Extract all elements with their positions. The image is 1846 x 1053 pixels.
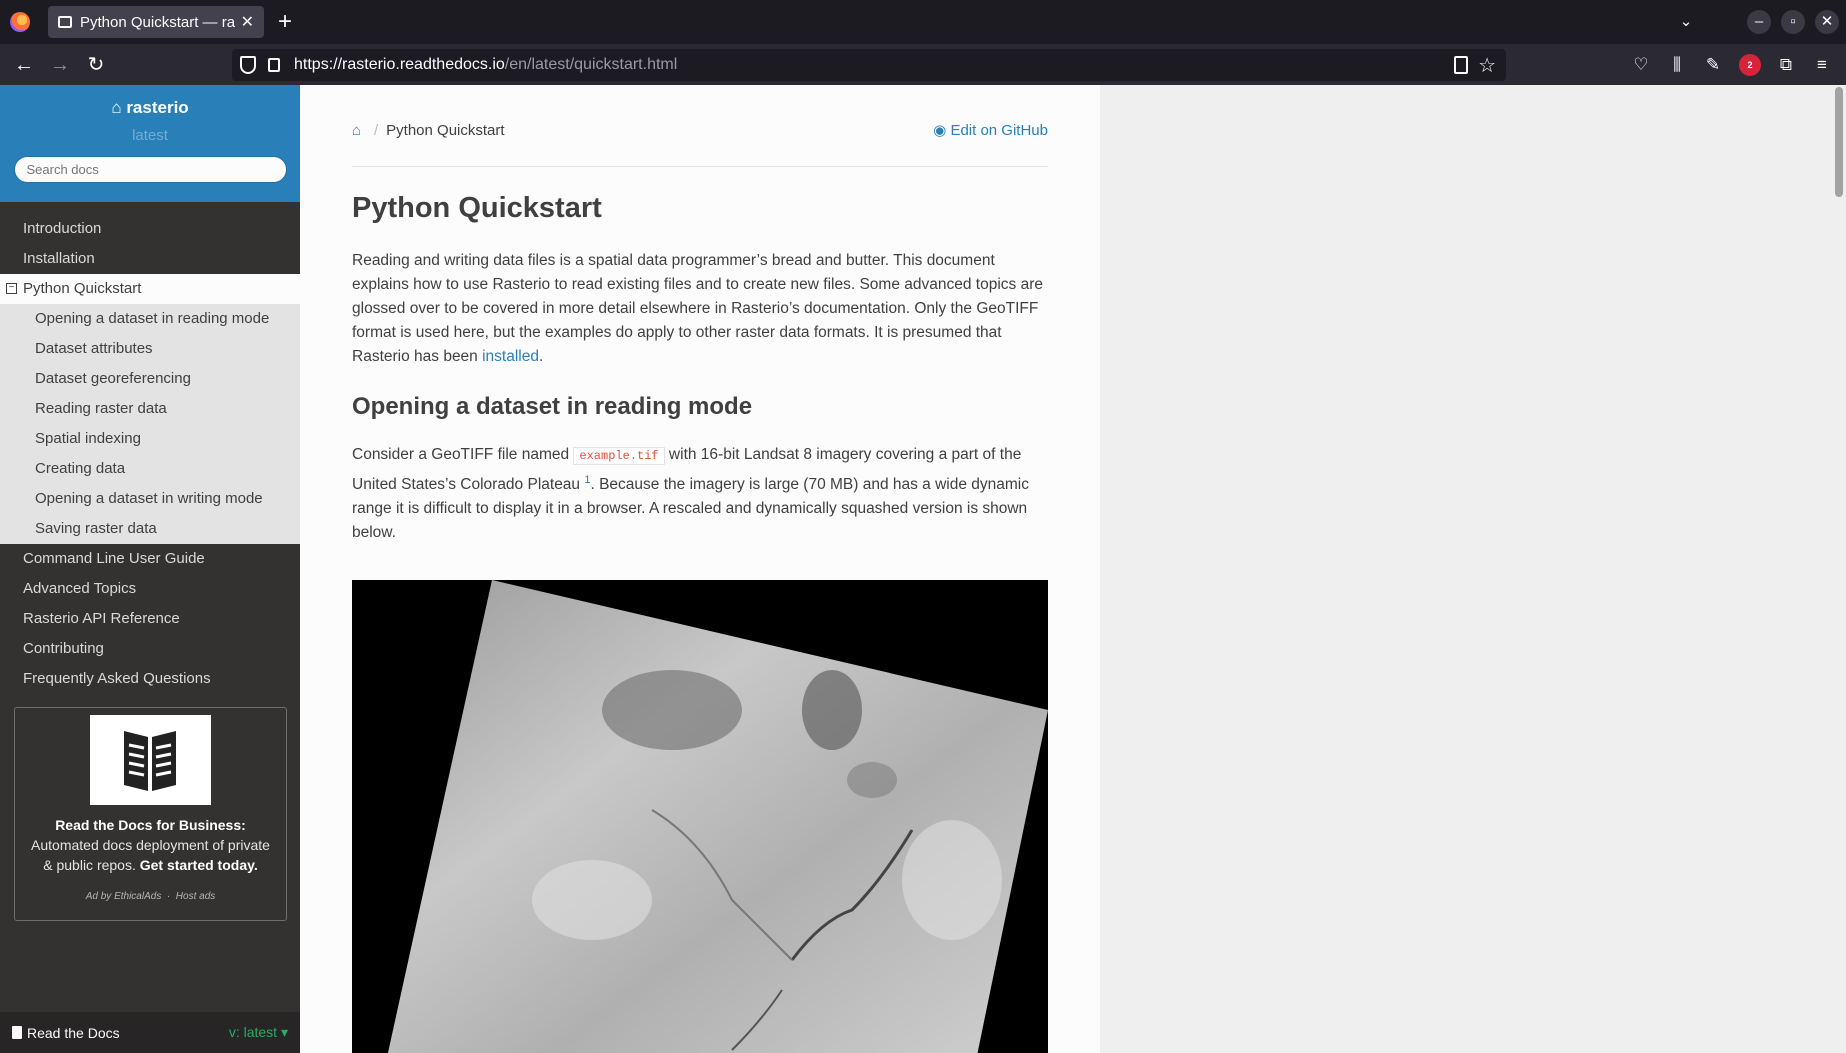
sidebar-item-contributing[interactable]: Contributing [0,634,300,664]
url-text[interactable]: https://rasterio.readthedocs.io/en/lates… [294,56,677,74]
nav-bar: ← → ↻ https://rasterio.readthedocs.io/en… [0,44,1846,85]
landsat-image-graphic [387,580,1048,1053]
sidebar: ⌂ rasterio latest Introduction Installat… [0,85,300,1053]
sidebar-subitem[interactable]: Saving raster data [0,514,300,544]
extension-pencil-icon[interactable]: ✎ [1702,54,1724,76]
minimize-button[interactable]: – [1747,10,1771,34]
sidebar-item-api-reference[interactable]: Rasterio API Reference [0,604,300,634]
close-tab-icon[interactable]: ✕ [241,12,254,32]
installed-link[interactable]: installed [482,348,539,365]
close-window-button[interactable]: ✕ [1815,10,1839,34]
page-title: Python Quickstart [352,192,602,224]
book-icon [58,16,72,28]
ad-text[interactable]: Read the Docs for Business: Automated do… [25,815,276,875]
back-arrow-icon[interactable]: ← [11,52,37,78]
breadcrumb-current: Python Quickstart [386,121,505,139]
pocket-icon[interactable]: ♡ [1630,54,1652,76]
ethical-ad[interactable]: Read the Docs for Business: Automated do… [14,707,287,921]
sidebar-subitem[interactable]: Dataset attributes [0,334,300,364]
sidebar-subitem[interactable]: Opening a dataset in reading mode [0,304,300,334]
tab-title: Python Quickstart — rast [80,13,235,31]
library-icon[interactable]: ⫼ [1666,54,1688,76]
sidebar-subitem[interactable]: Creating data [0,454,300,484]
forward-arrow-icon[interactable]: → [47,52,73,78]
landsat-image [352,580,1048,1053]
host-ads-link[interactable]: Host ads [176,891,215,902]
sidebar-subitem[interactable]: Dataset georeferencing [0,364,300,394]
lock-icon[interactable] [268,58,280,72]
bookmark-star-icon[interactable]: ☆ [1478,53,1496,78]
ad-by-link[interactable]: Ad by EthicalAds [86,891,162,902]
sidebar-item-python-quickstart[interactable]: − Python Quickstart [0,274,300,304]
rtd-label: Read the Docs [27,1024,120,1041]
content-area: ⌂ / Python Quickstart ◉ Edit on GitHub P… [300,85,1846,1053]
section-heading: Opening a dataset in reading mode [352,393,753,420]
version-label: latest [132,127,168,144]
tab-bar: Python Quickstart — rast ✕ + ⌄ – ▫ ✕ [0,0,1846,44]
project-link[interactable]: ⌂ rasterio [0,98,300,118]
menu-icon[interactable]: ≡ [1811,54,1833,76]
sidebar-nav: Introduction Installation − Python Quick… [0,214,300,694]
sidebar-sublist: Opening a dataset in reading mode Datase… [0,304,300,544]
adblock-icon[interactable]: 2 [1739,54,1761,76]
ad-image[interactable] [90,715,211,805]
firefox-logo-icon[interactable] [10,12,30,32]
inline-code: example.tif [573,447,665,465]
shield-icon[interactable] [240,56,256,74]
version-selector[interactable]: v: latest ▾ [229,1024,288,1041]
sidebar-subitem[interactable]: Reading raster data [0,394,300,424]
home-icon[interactable]: ⌂ [352,123,366,138]
sidebar-subitem[interactable]: Spatial indexing [0,424,300,454]
new-tab-button[interactable]: + [278,8,292,36]
collapse-toggle-icon[interactable]: − [6,283,17,294]
scrollbar-thumb[interactable] [1835,87,1843,197]
edit-on-github-link[interactable]: ◉ Edit on GitHub [933,121,1048,139]
document: ⌂ / Python Quickstart ◉ Edit on GitHub P… [300,85,1100,1053]
sidebar-header: ⌂ rasterio latest [0,85,300,202]
list-tabs-icon[interactable]: ⌄ [1674,10,1698,34]
intro-paragraph: Reading and writing data files is a spat… [352,252,1043,365]
reload-icon[interactable]: ↻ [83,52,109,78]
sidebar-item-advanced-topics[interactable]: Advanced Topics [0,574,300,604]
search-input[interactable] [13,156,287,183]
divider [352,166,1048,167]
sidebar-subitem[interactable]: Opening a dataset in writing mode [0,484,300,514]
sidebar-item-cli-guide[interactable]: Command Line User Guide [0,544,300,574]
page-scrollbar[interactable] [1832,85,1846,1053]
breadcrumb: ⌂ / Python Quickstart ◉ Edit on GitHub [352,121,1048,140]
restore-button[interactable]: ▫ [1781,10,1805,34]
reader-view-icon[interactable] [1454,56,1468,74]
ad-footer: Ad by EthicalAds · Host ads [85,891,216,902]
tab-active[interactable]: Python Quickstart — rast ✕ [48,6,264,38]
github-icon: ◉ [933,122,947,139]
open-book-icon [124,731,176,791]
book-icon [12,1026,22,1039]
sidebar-item-installation[interactable]: Installation [0,244,300,274]
sidebar-item-introduction[interactable]: Introduction [0,214,300,244]
extensions-puzzle-icon[interactable]: ⧉ [1775,54,1797,76]
rtd-version-bar[interactable]: Read the Docs v: latest ▾ [0,1012,300,1053]
url-bar[interactable]: https://rasterio.readthedocs.io/en/lates… [232,49,1506,81]
sidebar-item-faq[interactable]: Frequently Asked Questions [0,664,300,694]
section-paragraph: Consider a GeoTIFF file named example.ti… [352,446,1030,542]
